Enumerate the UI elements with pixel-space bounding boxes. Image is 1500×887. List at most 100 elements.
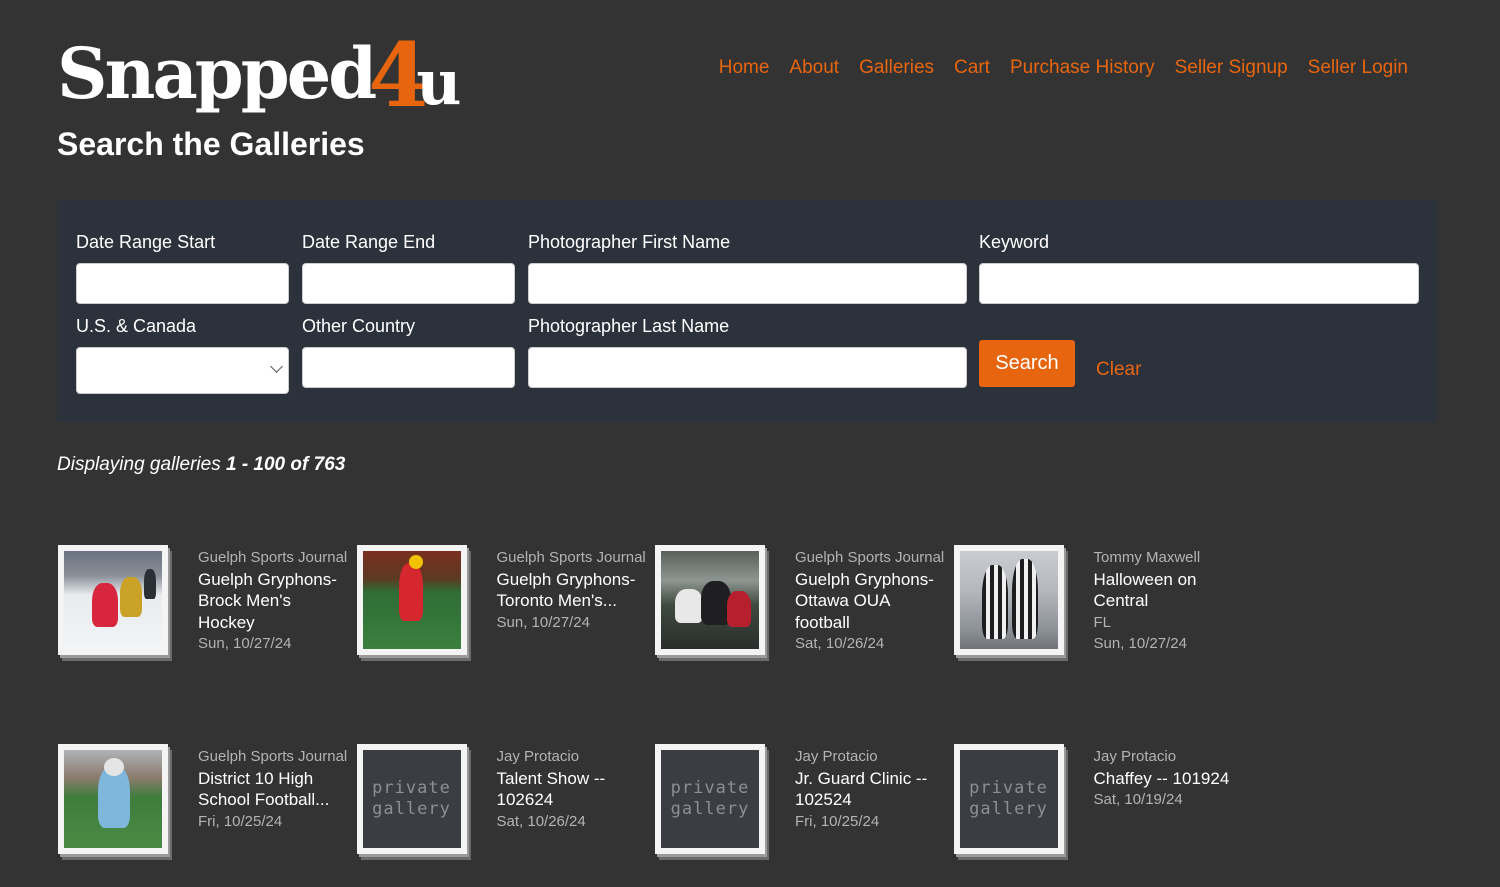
gallery-card[interactable]: Guelph Sports Journal Guelph Gryphons- O… — [655, 545, 954, 744]
country-group: Other Country — [302, 315, 515, 388]
result-count: Displaying galleries 1 - 100 of 763 — [57, 453, 345, 477]
gallery-thumbnail[interactable]: private gallery — [356, 744, 467, 854]
private-label: private — [372, 778, 451, 798]
gallery-card[interactable]: Guelph Sports Journal Guelph Gryphons- T… — [356, 545, 656, 744]
region-label: U.S. & Canada — [76, 316, 197, 336]
search-button[interactable]: Search — [979, 340, 1075, 387]
nav-home[interactable]: Home — [719, 56, 770, 80]
gallery-thumbnail[interactable] — [953, 545, 1064, 655]
gallery-thumbnail[interactable] — [655, 545, 765, 655]
hockey-photo — [64, 551, 162, 649]
gallery-title[interactable]: Talent Show -- 102624 — [497, 768, 647, 811]
gallery-thumbnail[interactable]: private gallery — [655, 744, 765, 854]
first-name-label: Photographer First Name — [528, 232, 731, 252]
gallery-date: Sun, 10/27/24 — [198, 635, 292, 652]
nav-cart[interactable]: Cart — [954, 56, 990, 80]
gallery-card[interactable]: Guelph Sports Journal District 10 High S… — [58, 744, 357, 854]
gallery-card[interactable]: Guelph Sports Journal Guelph Gryphons- B… — [58, 545, 357, 744]
lacrosse-photo — [362, 551, 461, 649]
gallery-owner[interactable]: Guelph Sports Journal — [198, 746, 348, 768]
gallery-card[interactable]: Tommy Maxwell Halloween on Central FL Su… — [953, 545, 1253, 744]
keyword-input[interactable] — [979, 263, 1419, 304]
gallery-title[interactable]: Guelph Gryphons- Ottawa OUA football — [795, 569, 945, 634]
gallery-thumbnail[interactable] — [356, 545, 467, 655]
gallery-meta: Jay Protacio Talent Show -- 102624 Sat, … — [497, 746, 647, 832]
gallery-card[interactable]: private gallery Jay Protacio Chaffey -- 1… — [953, 744, 1253, 854]
gallery-meta: Jay Protacio Jr. Guard Clinic -- 102524 … — [795, 746, 945, 832]
private-label: private — [670, 778, 750, 798]
gallery-label: gallery — [372, 799, 451, 819]
date-start-group: Date Range Start — [76, 231, 289, 304]
gallery-date: Sat, 10/26/24 — [496, 812, 586, 830]
gallery-meta: Guelph Sports Journal Guelph Gryphons- T… — [497, 547, 647, 633]
gallery-thumbnail[interactable] — [58, 744, 168, 854]
gallery-title[interactable]: Halloween on Central — [1094, 569, 1244, 612]
page-title: Search the Galleries — [57, 126, 365, 162]
gallery-date: Sun, 10/27/24 — [1093, 635, 1187, 652]
last-name-input[interactable] — [528, 347, 967, 388]
last-name-label: Photographer Last Name — [528, 316, 730, 336]
gallery-owner[interactable]: Guelph Sports Journal — [198, 547, 348, 569]
gallery-grid: Guelph Sports Journal Guelph Gryphons- B… — [58, 545, 1258, 865]
gallery-meta: Tommy Maxwell Halloween on Central FL Su… — [1094, 547, 1244, 655]
gallery-owner[interactable]: Jay Protacio — [1094, 746, 1244, 768]
nav-galleries[interactable]: Galleries — [859, 56, 934, 80]
gallery-meta: Guelph Sports Journal Guelph Gryphons- O… — [795, 547, 945, 655]
private-gallery-placeholder: private gallery — [661, 750, 759, 848]
logo-word: Snapped — [57, 32, 377, 115]
private-gallery-placeholder: private gallery — [362, 750, 461, 848]
country-label: Other Country — [302, 316, 416, 336]
date-start-label: Date Range Start — [76, 232, 216, 252]
gallery-title[interactable]: Guelph Gryphons- Toronto Men's... — [497, 569, 647, 612]
result-of: of — [285, 454, 314, 475]
gallery-thumbnail[interactable] — [58, 545, 168, 655]
gallery-title[interactable]: Chaffey -- 101924 — [1094, 768, 1244, 790]
gallery-label: gallery — [670, 799, 750, 819]
gallery-owner[interactable]: Jay Protacio — [795, 746, 945, 768]
logo-u: u — [416, 46, 461, 119]
result-prefix: Displaying galleries — [57, 454, 226, 475]
gallery-thumbnail[interactable]: private gallery — [953, 744, 1064, 854]
gallery-meta: Jay Protacio Chaffey -- 101924 Sat, 10/1… — [1094, 746, 1244, 811]
private-label: private — [969, 778, 1048, 798]
gallery-date: Fri, 10/25/24 — [795, 812, 880, 830]
private-gallery-placeholder: private gallery — [959, 750, 1058, 848]
clear-link[interactable]: Clear — [1096, 358, 1141, 382]
result-range: 1 - 100 — [225, 454, 286, 475]
keyword-group: Keyword — [979, 231, 1419, 304]
gallery-owner[interactable]: Guelph Sports Journal — [497, 547, 647, 569]
region-group: U.S. & Canada — [76, 315, 289, 394]
gallery-title[interactable]: Jr. Guard Clinic -- 102524 — [795, 768, 945, 811]
nav-about[interactable]: About — [789, 56, 839, 80]
gallery-owner[interactable]: Guelph Sports Journal — [795, 547, 945, 569]
date-start-input[interactable] — [76, 263, 289, 304]
result-total: 763 — [313, 454, 346, 475]
region-select[interactable] — [76, 347, 289, 394]
gallery-card[interactable]: private gallery Jay Protacio Talent Show … — [356, 744, 656, 854]
search-panel: Date Range Start Date Range End Photogra… — [57, 200, 1437, 422]
first-name-input[interactable] — [528, 263, 967, 304]
gallery-meta: Guelph Sports Journal Guelph Gryphons- B… — [198, 547, 348, 655]
nav-seller-signup[interactable]: Seller Signup — [1175, 56, 1288, 80]
gallery-owner[interactable]: Tommy Maxwell — [1094, 547, 1244, 569]
gallery-card[interactable]: private gallery Jay Protacio Jr. Guard Cl… — [655, 744, 954, 854]
last-name-group: Photographer Last Name — [528, 315, 967, 388]
gallery-location: FL — [1093, 613, 1112, 631]
gallery-title[interactable]: Guelph Gryphons- Brock Men's Hockey — [198, 569, 348, 634]
date-end-input[interactable] — [302, 263, 515, 304]
nav-purchase-history[interactable]: Purchase History — [1010, 56, 1155, 80]
nav-seller-login[interactable]: Seller Login — [1308, 56, 1408, 80]
football-photo — [661, 551, 759, 649]
halloween-photo — [959, 551, 1058, 649]
gallery-title[interactable]: District 10 High School Football... — [198, 768, 348, 811]
site-logo[interactable]: Snapped4u — [57, 22, 462, 122]
date-end-group: Date Range End — [302, 231, 515, 304]
gallery-label: gallery — [969, 799, 1048, 819]
gallery-owner[interactable]: Jay Protacio — [497, 746, 647, 768]
highschool-football-photo — [64, 750, 162, 848]
country-input[interactable] — [302, 347, 515, 388]
gallery-date: Sun, 10/27/24 — [496, 613, 590, 631]
first-name-group: Photographer First Name — [528, 231, 967, 304]
date-end-label: Date Range End — [302, 232, 436, 252]
chevron-down-icon — [270, 360, 283, 373]
